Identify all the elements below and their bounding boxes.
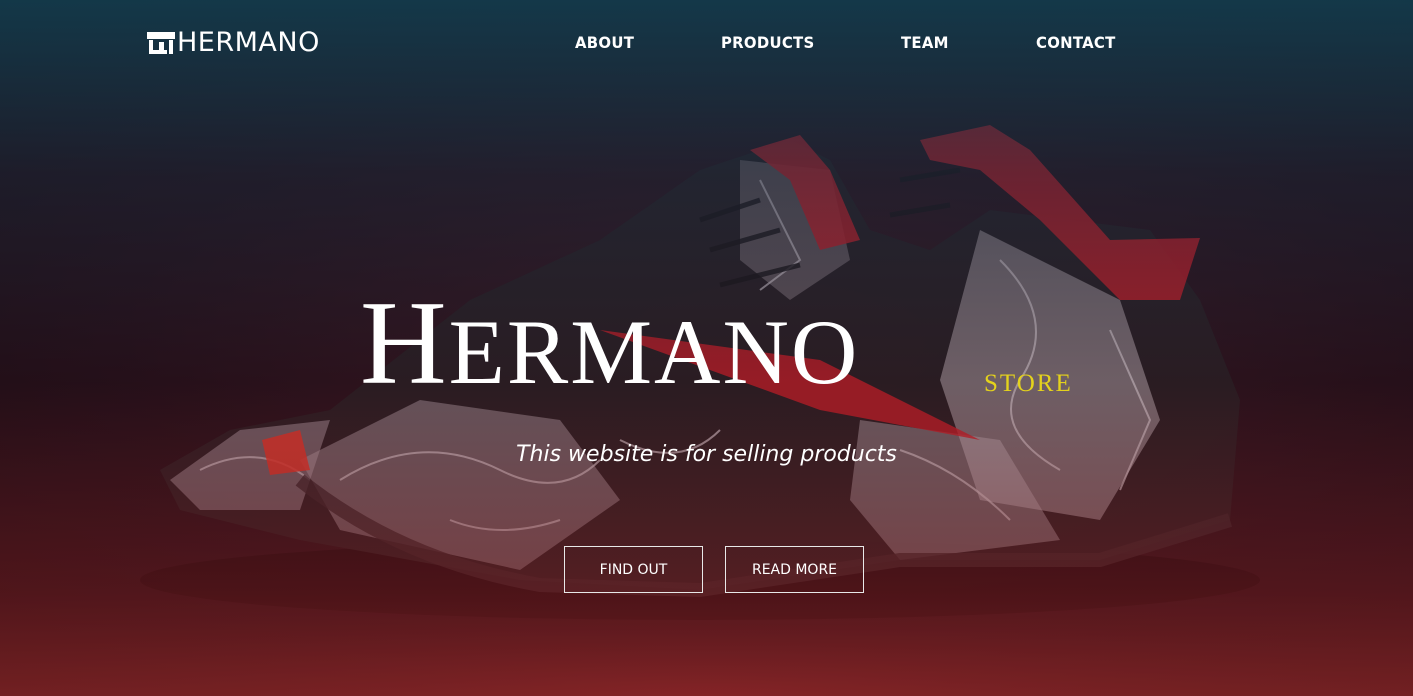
hero-title: HERMANO [360, 283, 860, 407]
hero-title-rest: ERMANO [448, 301, 860, 403]
hero-title-initial: H [360, 276, 449, 409]
shop-icon [147, 32, 175, 54]
top-navigation: HERMANO ABOUT PRODUCTS TEAM CONTACT [0, 0, 1413, 86]
logo-text: HERMANO [177, 27, 320, 58]
brand-logo[interactable]: HERMANO [146, 29, 320, 57]
store-label: STORE [984, 370, 1073, 397]
nav-link-contact[interactable]: CONTACT [1036, 33, 1116, 52]
read-more-button[interactable]: READ MORE [725, 546, 864, 593]
nav-link-products[interactable]: PRODUCTS [721, 33, 814, 52]
nav-link-team[interactable]: TEAM [901, 33, 949, 52]
find-out-button[interactable]: FIND OUT [564, 546, 703, 593]
hero-section: HERMANO ABOUT PRODUCTS TEAM CONTACT HERM… [0, 0, 1413, 696]
nav-link-about[interactable]: ABOUT [575, 33, 634, 52]
hero-tagline: This website is for selling products [516, 442, 897, 467]
